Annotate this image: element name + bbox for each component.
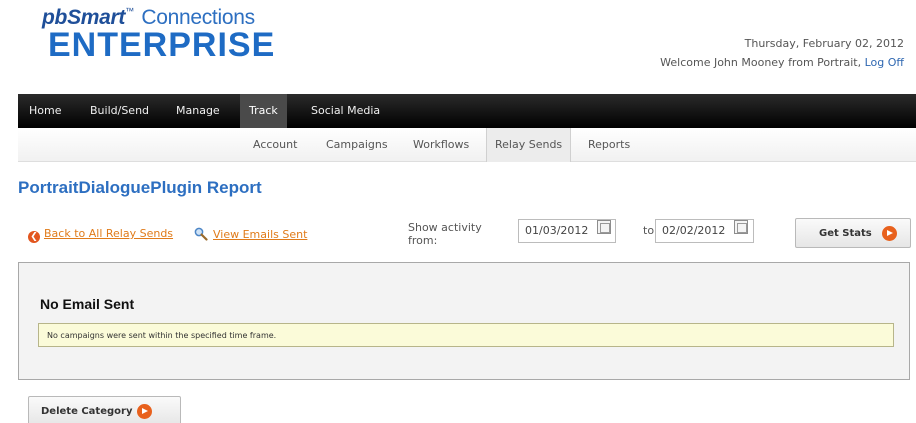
nav-social-media[interactable]: Social Media — [311, 94, 380, 128]
header-date: Thursday, February 02, 2012 — [744, 37, 904, 50]
nav-home[interactable]: Home — [29, 94, 61, 128]
view-emails-group: View Emails Sent — [194, 227, 307, 241]
subnav-relay-sends[interactable]: Relay Sends — [486, 128, 572, 162]
to-calendar-icon[interactable] — [734, 220, 748, 234]
get-stats-label: Get Stats — [819, 228, 872, 239]
logo-product: ENTERPRISE — [48, 26, 276, 64]
logoff-link[interactable]: Log Off — [865, 56, 904, 69]
nav-track[interactable]: Track — [240, 94, 287, 130]
no-results-notice: No campaigns were sent within the specif… — [38, 323, 894, 347]
page-title: PortraitDialoguePlugin Report — [18, 178, 262, 197]
results-panel: No Email Sent No campaigns were sent wit… — [18, 262, 910, 380]
magnifier-icon — [194, 227, 208, 241]
header-user-info: Thursday, February 02, 2012 Welcome John… — [660, 34, 904, 72]
results-heading: No Email Sent — [40, 296, 135, 312]
logo-trademark: ™ — [125, 6, 134, 16]
view-emails-sent-link[interactable]: View Emails Sent — [213, 228, 307, 241]
sub-nav: Account Campaigns Workflows Relay Sends … — [18, 128, 916, 162]
from-calendar-icon[interactable] — [597, 220, 611, 234]
subnav-reports[interactable]: Reports — [588, 128, 630, 162]
main-nav: Home Build/Send Manage Track Social Medi… — [18, 94, 916, 130]
delete-category-button[interactable]: Delete Category — [28, 396, 181, 423]
show-activity-label: Show activity from: — [408, 221, 482, 247]
subnav-account[interactable]: Account — [253, 128, 297, 162]
nav-manage[interactable]: Manage — [176, 94, 220, 128]
back-arrow-icon: ❮ — [28, 231, 40, 243]
delete-category-label: Delete Category — [41, 406, 133, 417]
nav-build-send[interactable]: Build/Send — [90, 94, 149, 128]
subnav-campaigns[interactable]: Campaigns — [326, 128, 388, 162]
back-to-relay-sends-link[interactable]: Back to All Relay Sends — [44, 227, 173, 240]
get-stats-button[interactable]: Get Stats — [795, 218, 911, 248]
arrow-right-icon — [137, 404, 152, 419]
arrow-right-icon — [882, 226, 897, 241]
header-welcome: Welcome John Mooney from Portrait, Log O… — [660, 53, 904, 72]
subnav-workflows[interactable]: Workflows — [413, 128, 469, 162]
app-logo: pbSmart™ Connections ENTERPRISE — [42, 6, 276, 64]
back-link-group: ❮ Back to All Relay Sends — [28, 227, 173, 243]
welcome-text: Welcome John Mooney from Portrait, — [660, 56, 862, 69]
